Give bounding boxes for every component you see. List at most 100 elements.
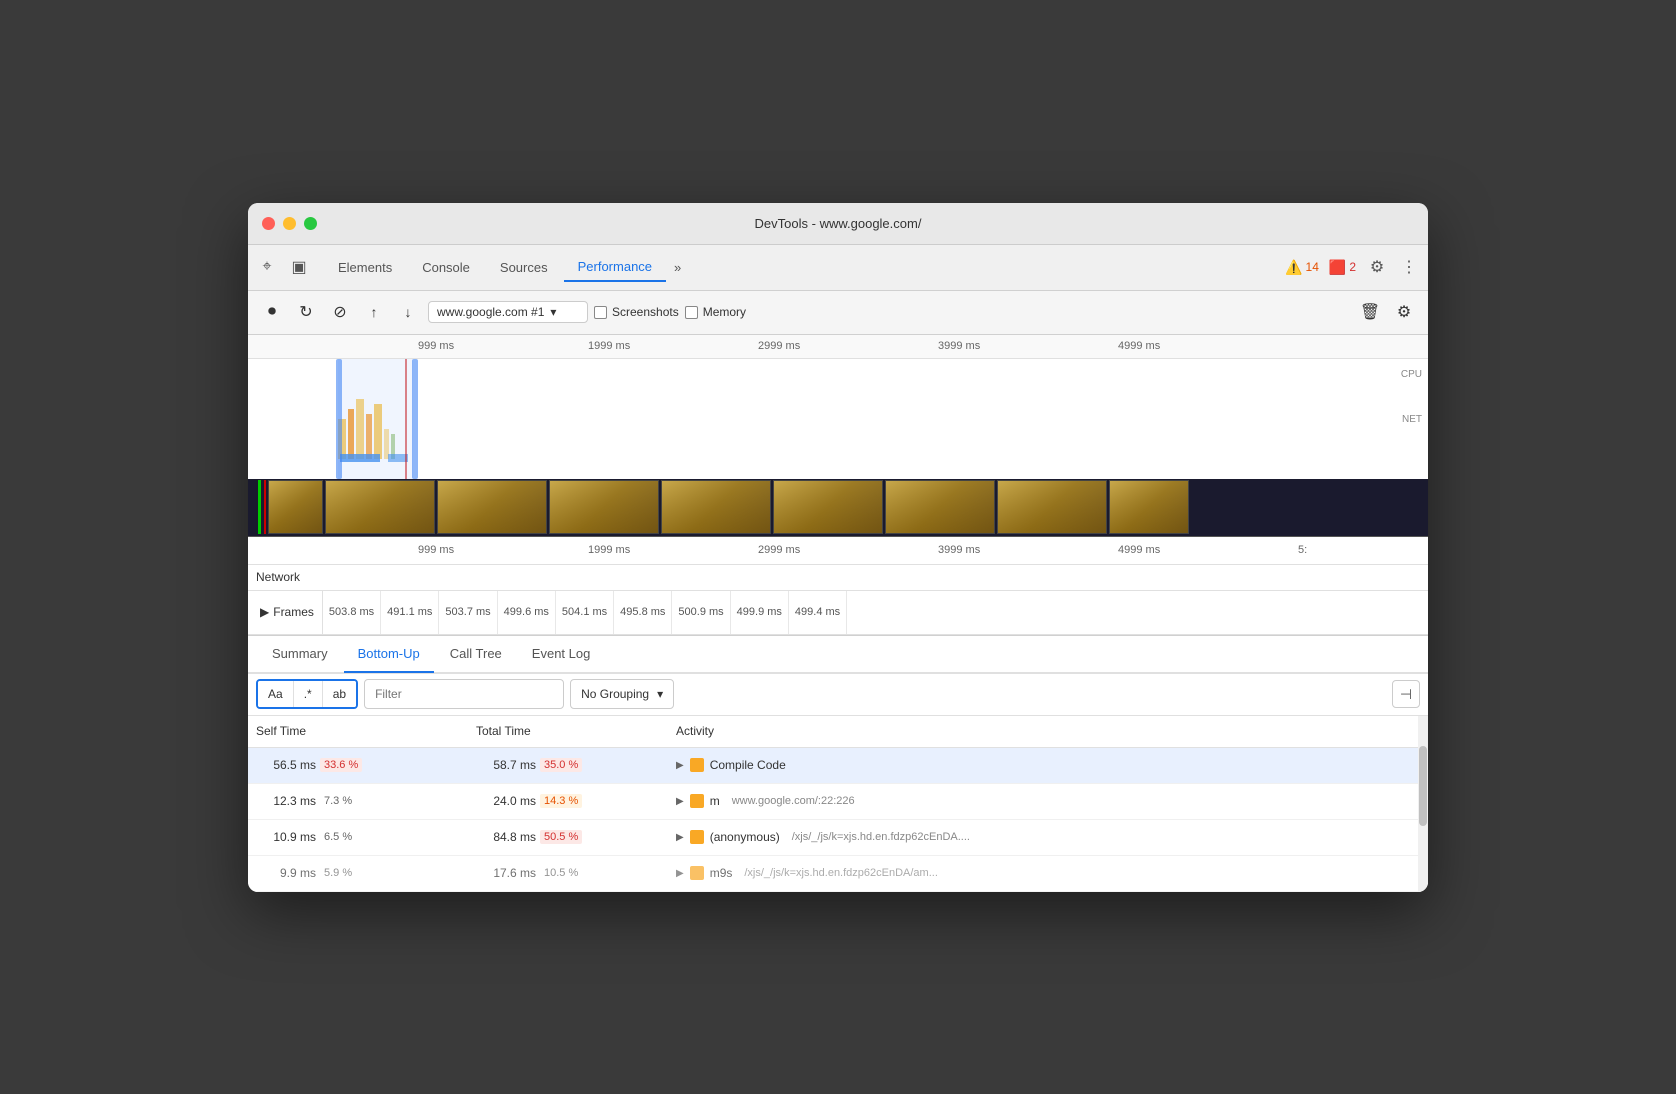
timeline-ruler2: 999 ms 1999 ms 2999 ms 3999 ms 4999 ms 5… — [248, 537, 1428, 565]
download-button[interactable]: ↓ — [394, 298, 422, 326]
frame-time-7: 499.9 ms — [731, 591, 789, 634]
table-header: Self Time Total Time Activity — [248, 716, 1428, 748]
table-row[interactable]: 12.3 ms 7.3 % 24.0 ms 14.3 % ▶ m www.goo… — [248, 784, 1428, 820]
tab-performance[interactable]: Performance — [564, 253, 666, 282]
frames-toggle[interactable]: ▶ Frames — [252, 591, 323, 634]
maximize-button[interactable] — [304, 217, 317, 230]
thumbnail-2[interactable] — [437, 480, 547, 534]
thumbnail-5[interactable] — [773, 480, 883, 534]
total-time-cell-0: 58.7 ms 35.0 % — [476, 758, 676, 772]
frame-time-2: 503.7 ms — [439, 591, 497, 634]
thumbnail-8[interactable] — [1109, 480, 1189, 534]
activity-color-0 — [690, 758, 704, 772]
record-icon: ⏺ — [268, 303, 276, 321]
tick-999: 999 ms — [418, 340, 454, 352]
total-time-pct-2: 50.5 % — [540, 830, 582, 844]
expand-arrow-0[interactable]: ▶ — [676, 760, 684, 771]
tab-summary[interactable]: Summary — [258, 637, 342, 673]
reload-button[interactable]: ↻ — [292, 298, 320, 326]
delete-icon: 🗑 — [1360, 302, 1380, 322]
tick2-2999: 2999 ms — [758, 544, 800, 556]
tab-event-log[interactable]: Event Log — [518, 637, 605, 673]
whole-word-label: ab — [333, 687, 346, 701]
download-icon: ↓ — [405, 304, 412, 320]
thumbnail-7[interactable] — [997, 480, 1107, 534]
tab-bar-right: ⚠️ 14 🟥 2 ⚙ ⋮ — [1285, 256, 1420, 278]
memory-checkbox[interactable]: Memory — [685, 305, 746, 319]
selection-handle-left[interactable] — [336, 359, 342, 479]
grouping-arrow-icon: ▾ — [657, 687, 663, 701]
whole-word-button[interactable]: ab — [323, 681, 356, 707]
self-time-val-1: 12.3 ms — [256, 794, 316, 808]
regex-button[interactable]: .* — [294, 681, 323, 707]
delete-button[interactable]: 🗑 — [1356, 298, 1384, 326]
close-button[interactable] — [262, 217, 275, 230]
tick-4999: 4999 ms — [1118, 340, 1160, 352]
record-button[interactable]: ⏺ — [258, 298, 286, 326]
table-row[interactable]: 10.9 ms 6.5 % 84.8 ms 50.5 % ▶ (anonymou… — [248, 820, 1428, 856]
activity-source-1: www.google.com/:22:226 — [732, 795, 855, 807]
tick-1999: 1999 ms — [588, 340, 630, 352]
thumbnail-3[interactable] — [549, 480, 659, 534]
case-sensitive-button[interactable]: Aa — [258, 681, 294, 707]
screenshots-checkbox[interactable]: Screenshots — [594, 305, 679, 319]
network-label: Network — [256, 570, 300, 584]
tab-console[interactable]: Console — [408, 254, 484, 281]
selection-handle-right[interactable] — [412, 359, 418, 479]
frame-time-3: 499.6 ms — [498, 591, 556, 634]
upload-button[interactable]: ↑ — [360, 298, 388, 326]
timeline-chart[interactable]: CPU NET — [248, 359, 1428, 479]
filter-input[interactable] — [364, 679, 564, 709]
tab-elements[interactable]: Elements — [324, 254, 406, 281]
memory-checkbox-box[interactable] — [685, 306, 698, 319]
thumbnail-4[interactable] — [661, 480, 771, 534]
table-row[interactable]: 9.9 ms 5.9 % 17.6 ms 10.5 % ▶ m9s /xjs/_… — [248, 856, 1428, 892]
pointer-icon[interactable]: ⌖ — [256, 256, 278, 278]
more-options-icon[interactable]: ⋮ — [1398, 256, 1420, 278]
performance-toolbar: ⏺ ↻ ⊘ ↑ ↓ www.google.com #1 ▾ Screenshot… — [248, 291, 1428, 335]
expand-arrow-2[interactable]: ▶ — [676, 832, 684, 843]
scrollbar-thumb[interactable] — [1419, 746, 1427, 826]
total-time-cell-2: 84.8 ms 50.5 % — [476, 830, 676, 844]
activity-name-1: m — [710, 794, 720, 808]
case-sensitive-label: Aa — [268, 687, 283, 701]
activity-cell-2: ▶ (anonymous) /xjs/_/js/k=xjs.hd.en.fdzp… — [676, 830, 1428, 844]
device-icon[interactable]: ▣ — [288, 256, 310, 278]
self-time-val-0: 56.5 ms — [256, 758, 316, 772]
tick2-4999: 4999 ms — [1118, 544, 1160, 556]
profile-selector[interactable]: www.google.com #1 ▾ — [428, 301, 588, 323]
tick2-1999: 1999 ms — [588, 544, 630, 556]
clear-button[interactable]: ⊘ — [326, 298, 354, 326]
warning-badge[interactable]: ⚠️ 14 — [1285, 259, 1319, 276]
tab-bottom-up[interactable]: Bottom-Up — [344, 637, 434, 673]
self-time-pct-2: 6.5 % — [320, 830, 356, 844]
thumbnail-1[interactable] — [325, 480, 435, 534]
tab-more[interactable]: » — [668, 256, 687, 279]
warning-count: 14 — [1306, 260, 1319, 274]
tab-sources[interactable]: Sources — [486, 254, 562, 281]
upload-icon: ↑ — [371, 304, 378, 320]
self-time-val-3: 9.9 ms — [256, 866, 316, 880]
capture-settings-button[interactable]: ⚙ — [1390, 298, 1418, 326]
self-time-cell-1: 12.3 ms 7.3 % — [256, 794, 476, 808]
expand-arrow-3[interactable]: ▶ — [676, 868, 684, 879]
scrollbar-track[interactable] — [1418, 716, 1428, 892]
tick-2999: 2999 ms — [758, 340, 800, 352]
tick2-5x: 5: — [1298, 544, 1307, 556]
event-log-label: Event Log — [532, 646, 591, 661]
screenshots-checkbox-box[interactable] — [594, 306, 607, 319]
minimize-button[interactable] — [283, 217, 296, 230]
error-badge[interactable]: 🟥 2 — [1329, 259, 1356, 276]
thumbnail-6[interactable] — [885, 480, 995, 534]
grouping-selector[interactable]: No Grouping ▾ — [570, 679, 674, 709]
tab-call-tree[interactable]: Call Tree — [436, 637, 516, 673]
panel-toggle-button[interactable]: ⊣ — [1392, 680, 1420, 708]
table-row[interactable]: 56.5 ms 33.6 % 58.7 ms 35.0 % ▶ Compile … — [248, 748, 1428, 784]
settings-icon[interactable]: ⚙ — [1366, 256, 1388, 278]
call-tree-label: Call Tree — [450, 646, 502, 661]
expand-arrow-1[interactable]: ▶ — [676, 796, 684, 807]
cpu-chart — [248, 359, 1428, 479]
header-self-time: Self Time — [256, 724, 476, 738]
window-title: DevTools - www.google.com/ — [755, 216, 922, 231]
thumbnail-0[interactable] — [268, 480, 323, 534]
